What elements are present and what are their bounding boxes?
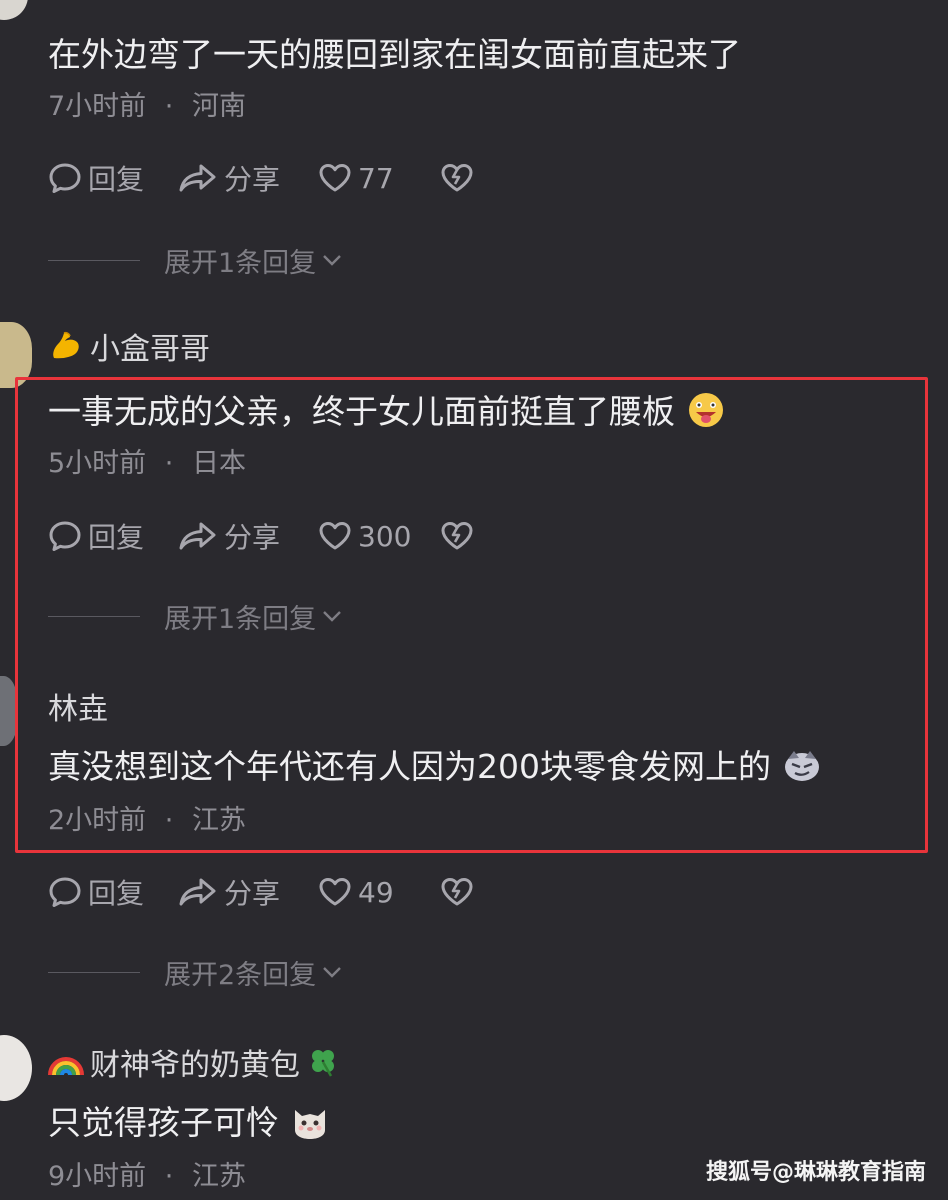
like-button[interactable]: 49 — [318, 876, 440, 909]
like-count: 49 — [358, 875, 394, 909]
comment-meta: 9小时前 · 江苏 — [48, 1154, 246, 1193]
broken-heart-icon — [441, 878, 473, 906]
comment-actions: 回复 分享 77 — [48, 158, 474, 198]
comment-time: 7小时前 — [48, 91, 147, 122]
dislike-button[interactable] — [440, 162, 474, 194]
reply-label: 回复 — [88, 163, 145, 196]
share-button[interactable]: 分享 — [178, 872, 318, 912]
divider — [48, 971, 140, 973]
reply-icon — [49, 877, 81, 907]
expand-label: 展开1条回复 — [164, 247, 317, 279]
comment-time: 9小时前 — [48, 1161, 147, 1192]
username[interactable]: 财神爷的奶黄包 — [48, 1040, 340, 1084]
four-leaf-clover-icon — [312, 1050, 334, 1077]
comment-meta: 7小时前 · 河南 — [48, 84, 246, 123]
avatar[interactable] — [0, 1035, 32, 1101]
rainbow-icon — [48, 1057, 84, 1076]
like-count: 77 — [358, 161, 394, 195]
username-label: 财神爷的奶黄包 — [90, 1048, 300, 1083]
expand-replies: 展开2条回复 — [48, 952, 344, 992]
share-button[interactable]: 分享 — [178, 158, 318, 198]
heart-icon — [319, 164, 351, 192]
username-label: 小盒哥哥 — [90, 332, 210, 367]
reply-icon — [49, 163, 81, 193]
expand-replies-button[interactable]: 展开2条回复 — [164, 953, 344, 992]
meta-separator: · — [164, 91, 174, 122]
cat-face-emoji-icon — [290, 1102, 330, 1148]
comment-text: 只觉得孩子可怜 — [48, 1096, 330, 1148]
like-button[interactable]: 77 — [318, 162, 440, 195]
heart-icon — [319, 878, 351, 906]
reply-button[interactable]: 回复 — [48, 872, 178, 912]
comment-text: 在外边弯了一天的腰回到家在闺女面前直起来了 — [48, 35, 741, 74]
chevron-down-icon — [323, 255, 342, 266]
broken-heart-icon — [441, 164, 473, 192]
watermark: 搜狐号@琳琳教育指南 — [705, 1160, 926, 1185]
flexed-biceps-icon — [53, 331, 79, 359]
avatar[interactable] — [0, 0, 28, 20]
share-icon — [179, 878, 216, 906]
username[interactable]: 小盒哥哥 — [48, 324, 210, 368]
comment-actions: 回复 分享 49 — [48, 872, 474, 912]
expand-replies-button[interactable]: 展开1条回复 — [164, 241, 344, 280]
divider — [48, 259, 140, 261]
share-label: 分享 — [224, 163, 281, 196]
comment-location: 河南 — [191, 91, 246, 122]
share-icon — [179, 164, 216, 192]
highlight-box — [15, 377, 928, 853]
expand-label: 展开2条回复 — [164, 959, 317, 991]
share-label: 分享 — [224, 877, 281, 910]
comment-body: 只觉得孩子可怜 — [48, 1103, 279, 1142]
expand-replies: 展开1条回复 — [48, 240, 344, 280]
comment-location: 江苏 — [191, 1161, 246, 1192]
reply-button[interactable]: 回复 — [48, 158, 178, 198]
chevron-down-icon — [323, 967, 342, 978]
dislike-button[interactable] — [440, 876, 474, 908]
reply-label: 回复 — [88, 877, 145, 910]
meta-separator: · — [164, 1161, 174, 1192]
